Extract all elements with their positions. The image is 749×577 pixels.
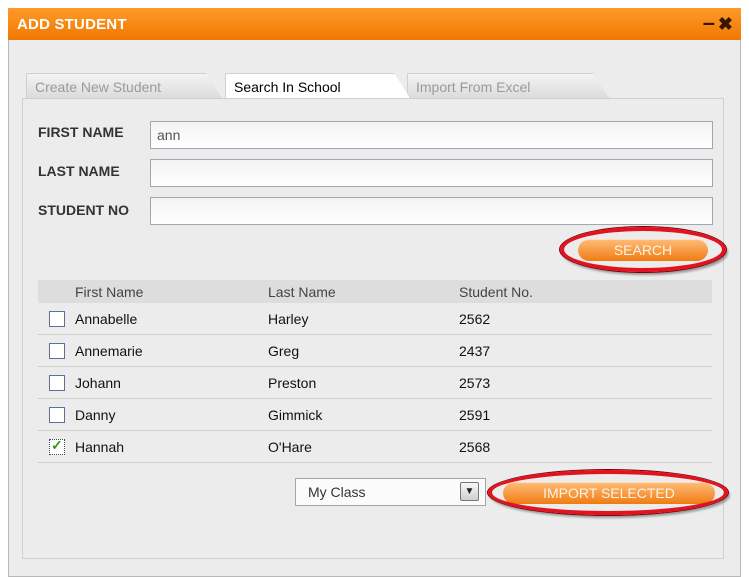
tab-search-in-school[interactable]: Search In School — [225, 73, 410, 98]
row-checkbox[interactable] — [49, 343, 65, 359]
first-name-label: FIRST NAME — [38, 124, 124, 140]
cell-last-name: Gimmick — [268, 407, 323, 423]
tab-create-new-student[interactable]: Create New Student — [26, 73, 222, 98]
cell-student-no: 2562 — [459, 311, 491, 327]
header-first-name: First Name — [75, 284, 144, 300]
row-checkbox[interactable] — [49, 375, 65, 391]
chevron-down-icon[interactable]: ▼ — [460, 482, 479, 501]
row-checkbox[interactable] — [49, 311, 65, 327]
checkmark-icon: ✓ — [51, 437, 63, 453]
cell-last-name: Preston — [268, 375, 317, 391]
import-highlight-ring — [488, 470, 728, 515]
last-name-label: LAST NAME — [38, 163, 120, 179]
title-bar[interactable]: ADD STUDENT – ✖ — [8, 8, 741, 40]
cell-last-name: Greg — [268, 343, 300, 359]
cell-student-no: 2591 — [459, 407, 491, 423]
cell-first-name: Annabelle — [75, 311, 138, 327]
first-name-input[interactable] — [150, 121, 713, 149]
table-row[interactable]: ✓ Hannah O'Hare 2568 — [38, 432, 712, 463]
cell-first-name: Johann — [75, 375, 121, 391]
row-checkbox[interactable] — [49, 407, 65, 423]
table-row[interactable]: Johann Preston 2573 — [38, 368, 712, 399]
results-table-header: First Name Last Name Student No. — [38, 280, 712, 303]
minimize-icon[interactable]: – — [703, 10, 715, 36]
class-select-value: My Class — [308, 484, 366, 500]
table-row[interactable]: Annabelle Harley 2562 — [38, 304, 712, 335]
tab-import-from-excel[interactable]: Import From Excel — [407, 73, 609, 98]
row-checkbox-checked[interactable]: ✓ — [49, 437, 65, 455]
class-select[interactable]: My Class ▼ — [295, 478, 486, 506]
dialog-title: ADD STUDENT — [17, 16, 127, 33]
student-no-input[interactable] — [150, 197, 713, 225]
cell-student-no: 2568 — [459, 439, 491, 455]
cell-first-name: Annemarie — [75, 343, 143, 359]
table-row[interactable]: Danny Gimmick 2591 — [38, 400, 712, 431]
search-highlight-ring — [560, 227, 726, 272]
table-row[interactable]: Annemarie Greg 2437 — [38, 336, 712, 367]
close-icon[interactable]: ✖ — [718, 14, 733, 35]
header-last-name: Last Name — [268, 284, 336, 300]
cell-first-name: Hannah — [75, 439, 125, 455]
cell-first-name: Danny — [75, 407, 116, 423]
student-no-label: STUDENT NO — [38, 202, 129, 218]
last-name-input[interactable] — [150, 159, 713, 187]
cell-student-no: 2437 — [459, 343, 491, 359]
cell-last-name: Harley — [268, 311, 309, 327]
header-student-no: Student No. — [459, 284, 533, 300]
cell-student-no: 2573 — [459, 375, 491, 391]
cell-last-name: O'Hare — [268, 439, 312, 455]
